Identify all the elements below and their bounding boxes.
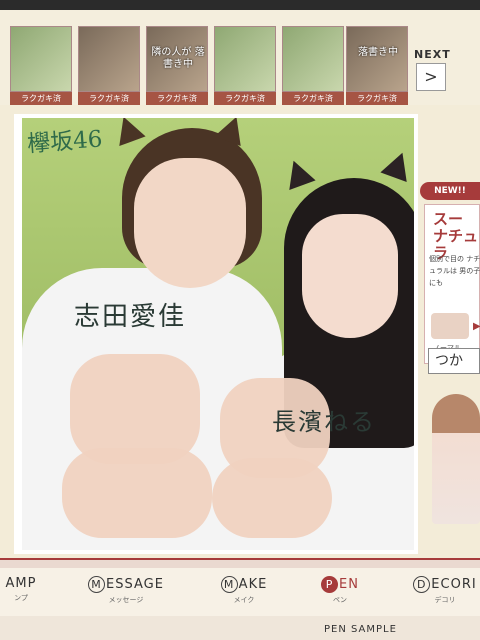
tab-label-text: ESSAGE [106,577,164,592]
doodle-name-left: 志田愛佳 [74,302,187,332]
thumbnail-image [282,26,344,92]
promo-box: スーナチュラ 個別で目の ナチュラルは 男の子にも ノーマル ▶ [424,204,480,364]
tab-sublabel: ペン [333,596,347,604]
thumbnail-4[interactable]: ラクガキ済 [214,26,276,108]
tab-label: M AKE [218,576,270,593]
thumbnail-caption: ラクガキ済 [146,92,208,105]
tab-label: D ECORI [410,576,480,593]
pen-sample-header: PEN SAMPLE [0,616,480,640]
thumbnail-caption: ラクガキ済 [346,92,408,105]
thumbnail-1[interactable]: ラクガキ済 [10,26,72,108]
tab-letter-circle: M [88,576,106,593]
tab-sublabel: デコリ [434,596,456,604]
tab-label-text: AKE [238,577,268,592]
thumbnail-6[interactable]: 落書き中 ラクガキ済 [346,26,408,108]
tab-letter-circle: M [220,576,238,593]
tab-stamp[interactable]: AMP ンプ [0,576,46,603]
pen-sample-label: PEN SAMPLE [324,624,397,635]
next-button[interactable]: > [416,63,446,91]
eye-sample-image [431,313,469,339]
thumbnail-caption: ラクガキ済 [78,92,140,105]
promo-title-line1: スー [433,210,464,228]
person-left-face [134,158,246,288]
tab-sublabel: メッセージ [108,596,144,604]
tab-label-text: EN [339,577,359,592]
photo-thumbnail-strip: ラクガキ済 ラクガキ済 隣の人が 落書き中 ラクガキ済 ラクガキ済 ラクガキ済 … [0,10,480,105]
thumbnail-3[interactable]: 隣の人が 落書き中 ラクガキ済 [146,26,208,108]
thumbnail-image [78,26,140,92]
device-top-bezel [0,0,480,10]
tab-label: M ESSAGE [86,576,166,593]
tab-label: AMP [0,576,46,591]
tab-message[interactable]: M ESSAGE メッセージ [86,576,166,605]
tab-letter-circle: P [321,576,339,593]
person-right-face [302,214,398,338]
thumbnail-2[interactable]: ラクガキ済 [78,26,140,108]
thumbnail-caption: ラクガキ済 [214,92,276,105]
doodle-name-right: 長濱ねる [272,408,376,436]
tab-label-text: AMP [5,576,37,591]
photo-canvas[interactable]: 欅坂46 志田愛佳 長濱ねる [22,118,414,550]
hand-right-2 [212,458,332,538]
tool-tab-bar: AMP ンプ M ESSAGE メッセージ M AKE メイク P EN ペン D EC… [0,568,480,616]
promo-side-panel: NEW!! スーナチュラ 個別で目の ナチュラルは 男の子にも ノーマル ▶ つ… [420,182,480,552]
next-label: NEXT [414,48,451,61]
thumbnail-image: 落書き中 [346,26,408,92]
tab-label-text: ECORI [431,577,477,592]
tab-rail [0,558,480,568]
tab-decori[interactable]: D ECORI デコリ [410,576,480,605]
thumbnail-image [214,26,276,92]
hand-left-2 [62,448,212,538]
chevron-right-icon: > [424,67,438,86]
thumbnail-caption: ラクガキ済 [282,92,344,105]
tab-sublabel: メイク [233,596,255,604]
tab-letter-circle: D [413,576,431,593]
use-button[interactable]: つか [428,348,480,374]
thumbnail-5[interactable]: ラクガキ済 [282,26,344,108]
promo-description: 個別で目の ナチュラルは 男の子にも [429,255,480,287]
tab-label: P EN [318,576,362,593]
thumbnail-image: 隣の人が 落書き中 [146,26,208,92]
thumbnail-overlay: 隣の人が 落書き中 [151,47,205,70]
new-badge: NEW!! [420,182,480,200]
doodle-group-name: 欅坂46 [26,126,104,158]
play-arrow-icon[interactable]: ▶ [473,321,480,332]
tab-make[interactable]: M AKE メイク [218,576,270,605]
model-image [432,394,480,524]
tab-pen[interactable]: P EN ペン [318,576,362,605]
thumbnail-image [10,26,72,92]
thumbnail-overlay: 落書き中 [358,47,398,58]
thumbnail-caption: ラクガキ済 [10,92,72,105]
tab-sublabel: ンプ [14,594,28,602]
